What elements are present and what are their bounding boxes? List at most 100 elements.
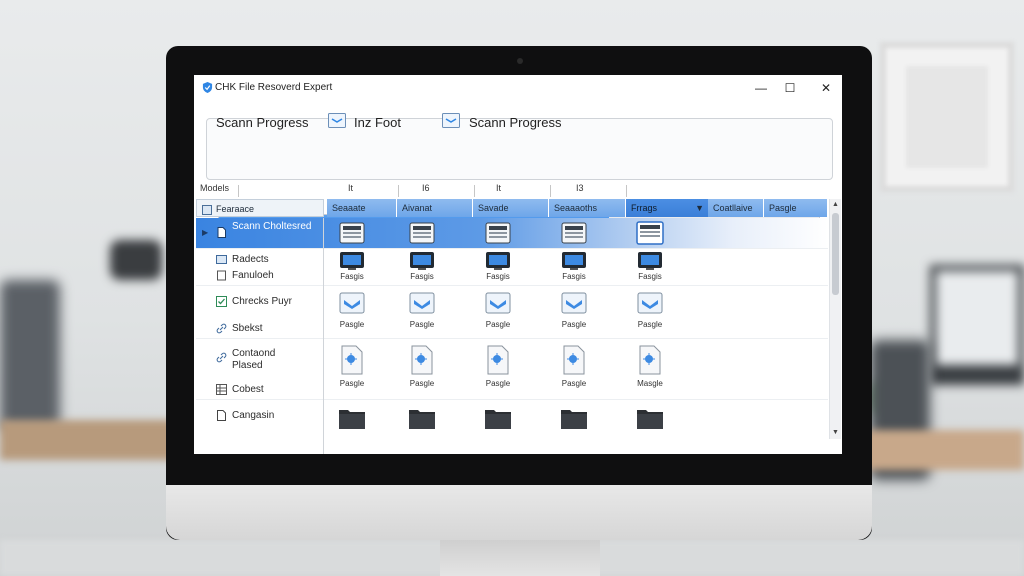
thumbnail-caption: Pasgle [409,379,435,388]
expand-arrow-icon[interactable]: ▶ [202,228,208,237]
monitor-thumb-icon [410,252,434,270]
thumbnail-cell[interactable]: Pasgle [553,292,595,329]
divider [626,185,627,197]
thumbnail-cell[interactable]: Pasgle [401,292,443,329]
minimize-button[interactable]: — [750,79,772,97]
column-number: I3 [576,183,584,193]
thumbnail-caption: Pasgle [339,379,365,388]
monitor-thumb-icon [340,252,364,270]
thumbnail-caption: Fasgis [410,272,434,281]
folder-thumb-icon [339,410,365,429]
table-header: Fearaace Seaaate Aivanat Savade Seaaaoth… [196,199,828,217]
folder-thumb-icon [485,410,511,429]
column-header[interactable]: Coatllaive [708,199,764,217]
thumbnail-cell[interactable] [331,222,373,244]
row-label: Contaond Plased [232,348,276,371]
thumbnail-cell[interactable]: Pasgle [477,345,519,388]
maximize-button[interactable]: ☐ [779,79,801,97]
table-row[interactable]: Chrecks Puyr Sbekst Pasgle Pasgle Pasgle… [196,286,828,339]
column-header-features[interactable]: Fearaace [196,199,324,217]
table-row[interactable]: Radects Fanuloeh Fasgis Fasgis Fasgis Fa… [196,249,828,286]
checkbox-icon [216,296,227,307]
doc-thumb-icon [487,345,509,375]
grid-icon [216,384,227,395]
monitor-chin [166,485,872,540]
thumbnail-cell[interactable]: Pasgle [401,345,443,388]
inz-foot-tab[interactable]: Inz Foot [354,115,401,130]
title-bar: CHK File Resoverd Expert — ☐ ✕ [194,75,842,101]
thumbnail-cell[interactable]: Fasgis [553,251,595,281]
thumbnail-cell[interactable]: Pasgle [331,345,373,388]
window-thumb-icon [485,222,511,244]
row-label: Scann Choltesred [232,221,312,232]
shield-icon [202,82,213,93]
sort-arrow-icon: ▼ [695,203,704,213]
wall-picture-frame [880,42,1014,192]
folder-tab-icon[interactable] [328,113,346,128]
table-row-selected[interactable]: ▶ Scann Choltesred [196,218,828,249]
window-thumb-icon [409,222,435,244]
close-button[interactable]: ✕ [815,79,837,97]
thumbnail-caption: Fasgis [486,272,510,281]
row-label: Radects [232,254,269,265]
background-desk-right [860,430,1024,470]
table-row[interactable]: Contaond Plased Cobest Pasgle Pasgle Pas… [196,339,828,400]
row-label: Sbekst [232,323,263,334]
doc-thumb-icon [563,345,585,375]
thumbnail-caption: Masgle [637,379,663,388]
chain-icon [216,352,227,363]
thumbnail-cell[interactable]: Fasgis [629,251,671,281]
thumbnail-cell[interactable]: Pasgle [331,292,373,329]
thumbnail-cell[interactable]: Pasgle [629,292,671,329]
thumbnail-cell[interactable] [401,222,443,244]
column-header[interactable]: Seaaate [327,199,397,217]
thumbnail-cell[interactable] [401,406,443,430]
thumbnail-cell[interactable] [477,406,519,430]
folder-tab-icon-2[interactable] [442,113,460,128]
thumbnail-caption: Pasgle [409,320,435,329]
scann-progress-tab[interactable]: Scann Progress [469,115,562,130]
thumbnail-cell[interactable]: Masgle [629,345,671,388]
column-header[interactable]: Aivanat [397,199,473,217]
column-header[interactable]: Pasgle [764,199,828,217]
thumbnail-cell[interactable] [553,222,595,244]
column-number: I6 [422,183,430,193]
thumbnail-cell[interactable]: Fasgis [477,251,519,281]
thumbnail-cell[interactable] [331,406,373,430]
thumbnail-cell[interactable]: Fasgis [401,251,443,281]
column-header[interactable]: Seaaaoths [549,199,626,217]
folder-icon [216,255,227,264]
folder-thumb-icon [637,410,663,429]
table-row[interactable]: Cangasin [196,400,828,454]
monitor-thumb-icon [638,252,662,270]
thumbnail-cell[interactable] [477,222,519,244]
column-header[interactable]: Savade [473,199,549,217]
thumbnail-caption: Fasgis [562,272,586,281]
scroll-thumb[interactable] [832,213,839,295]
window-thumb-icon [636,221,664,245]
thumbnail-cell[interactable] [553,406,595,430]
doc-thumb-icon [639,345,661,375]
scroll-down-icon[interactable]: ▼ [830,427,841,439]
page-icon [217,410,226,421]
window-title: CHK File Resoverd Expert [215,82,333,93]
thumbnail-cell[interactable]: Pasgle [553,345,595,388]
doc-thumb-icon [411,345,433,375]
vertical-scrollbar[interactable]: ▲ ▼ [829,199,841,439]
thumbnail-cell[interactable] [629,406,671,430]
monitor-stand [440,540,600,576]
document-icon [217,270,226,281]
doc-thumb-icon [341,345,363,375]
thumbnail-cell[interactable]: Pasgle [477,292,519,329]
thumbnail-caption: Pasgle [485,320,511,329]
divider [474,185,475,197]
column-header-frags-sorted[interactable]: Frrags ▼ [626,199,708,217]
thumbnail-caption: Fasgis [340,272,364,281]
thumbnail-cell[interactable]: Fasgis [331,251,373,281]
thumbnail-caption: Pasgle [485,379,511,388]
thumbnail-caption: Pasgle [339,320,365,329]
scroll-up-icon[interactable]: ▲ [830,199,841,211]
link-icon [216,323,227,334]
thumbnail-cell-focused[interactable] [629,221,671,245]
divider [238,185,239,197]
